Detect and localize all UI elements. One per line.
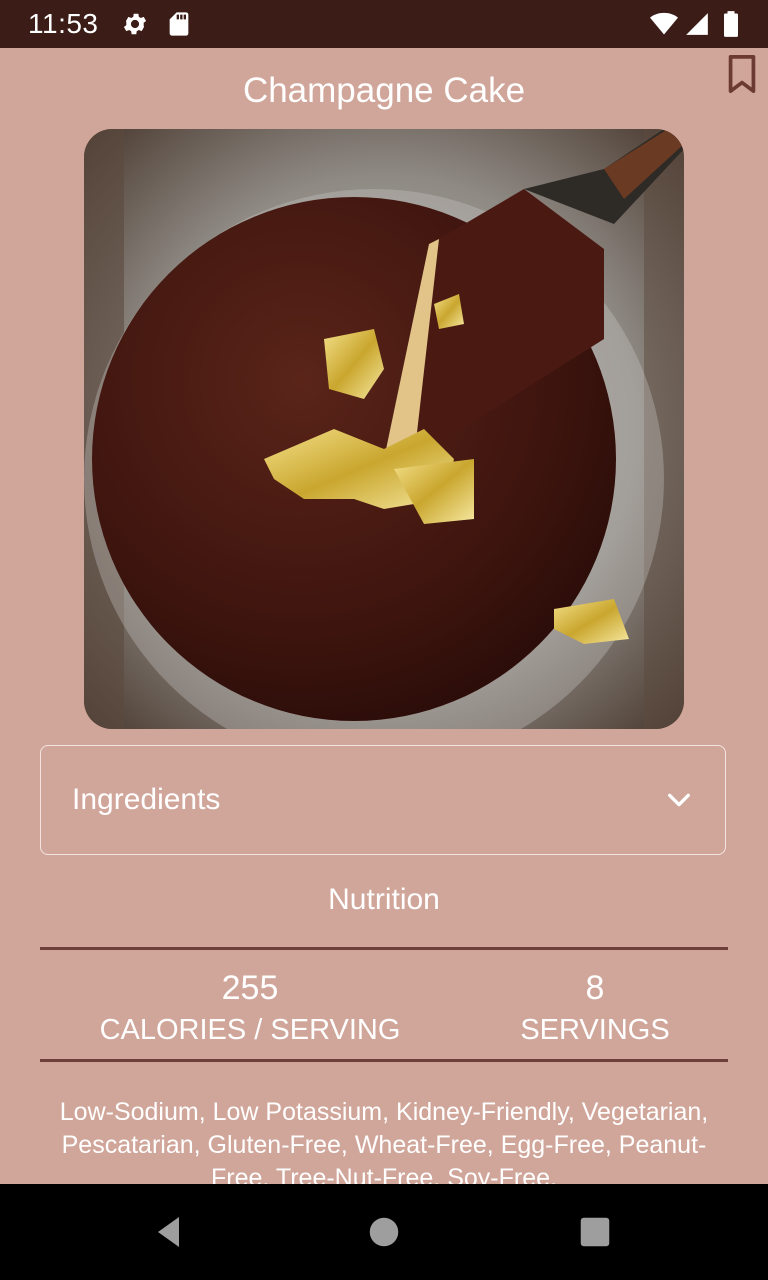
servings-value: 8	[585, 969, 605, 1007]
recipe-detail: Champagne Cake Ingredients Nutrition 255…	[0, 48, 768, 1184]
divider	[40, 947, 728, 950]
status-time: 11:53	[28, 8, 99, 39]
servings-label: SERVINGS	[520, 1014, 670, 1046]
calories-stat: 255 CALORIES / SERVING	[60, 968, 440, 1048]
ingredients-accordion[interactable]: Ingredients	[40, 745, 726, 855]
sd-card-icon	[165, 10, 193, 38]
gear-icon	[121, 10, 149, 38]
recipe-image	[84, 129, 684, 729]
divider	[40, 1059, 728, 1062]
servings-stat: 8 SERVINGS	[460, 968, 730, 1048]
cell-signal-icon	[684, 10, 710, 38]
bookmark-icon[interactable]	[724, 54, 760, 94]
battery-icon	[720, 10, 742, 38]
calories-value: 255	[221, 969, 279, 1007]
home-icon[interactable]	[366, 1214, 402, 1250]
nutrition-heading: Nutrition	[328, 883, 440, 916]
calories-label: CALORIES / SERVING	[99, 1014, 401, 1046]
back-icon[interactable]	[152, 1214, 188, 1250]
health-labels: Low-Sodium, Low Potassium, Kidney-Friend…	[59, 1098, 709, 1184]
nav-bar	[0, 1184, 768, 1280]
wifi-icon	[648, 10, 680, 38]
ingredients-label: Ingredients	[72, 783, 221, 816]
chevron-down-icon[interactable]	[665, 786, 693, 814]
page-title: Champagne Cake	[242, 71, 526, 110]
status-bar: 11:53	[0, 0, 768, 48]
recents-icon[interactable]	[577, 1214, 613, 1250]
